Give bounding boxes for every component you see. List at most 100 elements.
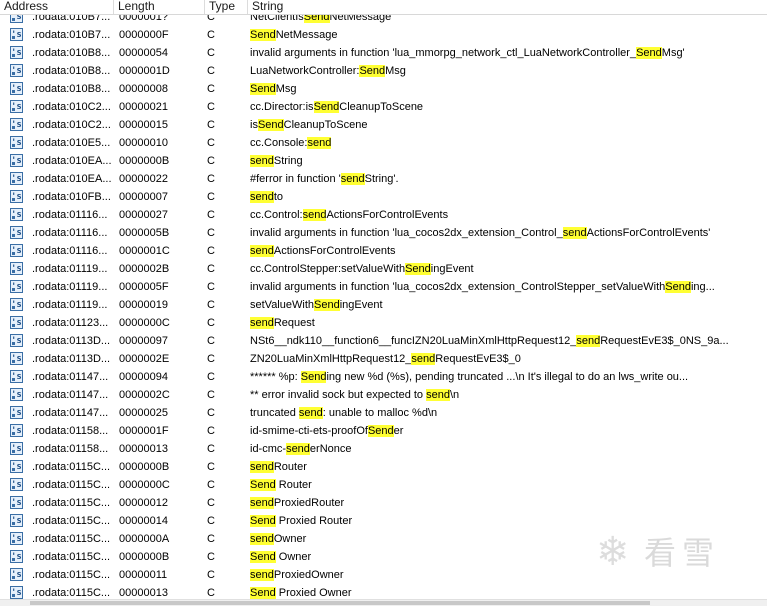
string-text: truncated: [250, 407, 299, 419]
table-row[interactable]: .rodata:01147... 00000094 C ****** %p: Send…: [0, 368, 767, 386]
search-highlight: send: [562, 227, 587, 239]
type-cell: C: [207, 317, 215, 329]
table-row[interactable]: .rodata:01147... 0000002C C ** error invali…: [0, 386, 767, 404]
string-literal-icon: [10, 262, 23, 275]
string-cell: cc.ControlStepper:setValueWithSendingEve…: [250, 260, 760, 278]
string-literal-icon: [10, 352, 23, 365]
address-cell: .rodata:0115C...: [32, 479, 111, 491]
table-row[interactable]: .rodata:0115C... 0000000C C Send Router: [0, 476, 767, 494]
string-cell: SendNetMessage: [250, 26, 760, 44]
length-cell: 00000012: [119, 497, 168, 509]
table-row[interactable]: .rodata:01147... 00000025 Ctruncated send:…: [0, 404, 767, 422]
string-literal-icon: [10, 550, 23, 563]
string-literal-icon: [10, 460, 23, 473]
table-row[interactable]: .rodata:01123... 0000000C CsendRequest: [0, 314, 767, 332]
table-row[interactable]: .rodata:01119... 0000002B Ccc.ControlStepp…: [0, 260, 767, 278]
table-row[interactable]: .rodata:010B8... 0000001D C LuaNetworkContr…: [0, 62, 767, 80]
column-header-address[interactable]: Address: [0, 0, 114, 14]
search-highlight: send: [307, 137, 332, 149]
address-cell: .rodata:01147...: [32, 407, 109, 419]
string-literal-icon: [10, 532, 23, 545]
address-cell: .rodata:010C2...: [32, 101, 111, 113]
type-cell: C: [207, 335, 215, 347]
string-text: #ferror in function ': [250, 173, 341, 185]
address-cell: .rodata:0113D...: [32, 335, 111, 347]
string-literal-icon: [10, 172, 23, 185]
length-cell: 0000001C: [119, 245, 170, 257]
string-text: RequestEvE3$_0NS_9a...: [600, 335, 729, 347]
table-row[interactable]: .rodata:01158... 00000013 Cid-cmc-senderNo…: [0, 440, 767, 458]
search-highlight: send: [250, 569, 274, 581]
table-row[interactable]: .rodata:010B8... 00000008 C SendMsg: [0, 80, 767, 98]
string-type-icon: [10, 370, 24, 383]
table-row[interactable]: .rodata:01116... 0000005B Cinvalid argumen…: [0, 224, 767, 242]
column-header-type[interactable]: Type: [205, 0, 248, 14]
string-type-icon: [10, 496, 24, 509]
string-cell: setValueWithSendingEvent: [250, 296, 760, 314]
length-cell: 00000025: [119, 407, 168, 419]
search-highlight: send: [250, 245, 274, 257]
search-highlight: send: [340, 173, 365, 185]
length-cell: 0000002E: [119, 353, 170, 365]
address-cell: .rodata:0115C...: [32, 551, 111, 563]
table-row[interactable]: .rodata:010B7... 0000000F C SendNetMessage: [0, 26, 767, 44]
length-cell: 0000001F: [119, 425, 169, 437]
type-cell: C: [207, 191, 215, 203]
table-row[interactable]: .rodata:01119... 0000005F Cinvalid argumen…: [0, 278, 767, 296]
string-text: Msg': [661, 47, 685, 59]
table-row[interactable]: .rodata:010EA... 00000022 C #ferror in func…: [0, 170, 767, 188]
string-cell: NSt6__ndk110__function6__funcIZN20LuaMin…: [250, 332, 760, 350]
length-cell: 0000000B: [119, 461, 170, 473]
column-header-length[interactable]: Length: [114, 0, 205, 14]
string-text: ingEvent: [339, 299, 383, 311]
string-text: Msg: [385, 65, 406, 77]
table-row[interactable]: .rodata:01119... 00000019 CsetValueWithSen…: [0, 296, 767, 314]
type-cell: C: [207, 119, 215, 131]
address-cell: .rodata:01116...: [32, 209, 108, 221]
table-row[interactable]: .rodata:010E5... 00000010 Ccc.Console:send: [0, 134, 767, 152]
length-cell: 0000000F: [119, 29, 169, 41]
length-cell: 0000005F: [119, 281, 169, 293]
table-row[interactable]: .rodata:0115C... 00000012 CsendProxiedRout…: [0, 494, 767, 512]
column-header-string[interactable]: String: [248, 0, 767, 14]
table-row[interactable]: .rodata:010FB... 00000007 Csendto: [0, 188, 767, 206]
search-highlight: Send: [250, 515, 276, 527]
address-cell: .rodata:01147...: [32, 389, 109, 401]
search-highlight: send: [250, 191, 274, 203]
string-text: String'.: [364, 173, 399, 185]
string-literal-icon: [10, 154, 23, 167]
string-text: setValueWith: [250, 299, 314, 311]
string-literal-icon: [10, 478, 23, 491]
column-header-bar: Address Length Type String: [0, 0, 767, 15]
table-row[interactable]: .rodata:0115C... 0000000B CsendRouter: [0, 458, 767, 476]
string-cell: cc.Control:sendActionsForControlEvents: [250, 206, 760, 224]
address-cell: .rodata:010FB...: [32, 191, 111, 203]
string-literal-icon: [10, 586, 23, 599]
table-row[interactable]: .rodata:0113D... 0000002E C ZN20LuaMinXmlHt…: [0, 350, 767, 368]
address-cell: .rodata:010B8...: [32, 65, 111, 77]
string-literal-icon: [10, 226, 23, 239]
table-row[interactable]: .rodata:01116... 00000027 Ccc.Control:send…: [0, 206, 767, 224]
table-row[interactable]: .rodata:010B8... 00000054 Cinvalid argumen…: [0, 44, 767, 62]
table-row[interactable]: .rodata:0113D... 00000097 C NSt6__ndk110__f…: [0, 332, 767, 350]
string-cell: id-smime-cti-ets-proofOfSender: [250, 422, 760, 440]
string-text: ActionsForControlEvents: [326, 209, 449, 221]
string-literal-icon: [10, 208, 23, 221]
string-type-icon: [10, 550, 24, 563]
length-cell: 00000010: [119, 137, 168, 149]
string-cell: sendRouter: [250, 458, 760, 476]
table-row[interactable]: .rodata:010C2... 00000015 CisSendCleanupTo…: [0, 116, 767, 134]
string-cell: ****** %p: Sending new %d (%s), pending …: [250, 368, 760, 386]
length-cell: 00000015: [119, 119, 168, 131]
string-text: invalid arguments in function 'lua_cocos…: [250, 227, 563, 239]
table-row[interactable]: .rodata:010EA... 0000000B CsendString: [0, 152, 767, 170]
table-row[interactable]: .rodata:010C2... 00000021 Ccc.Director:isS…: [0, 98, 767, 116]
table-row[interactable]: .rodata:01116... 0000001C CsendActionsForC…: [0, 242, 767, 260]
string-type-icon: [10, 424, 24, 437]
type-cell: C: [207, 497, 215, 509]
table-row[interactable]: .rodata:01158... 0000001F Cid-smime-cti-et…: [0, 422, 767, 440]
string-text: invalid arguments in function 'lua_mmorp…: [250, 47, 637, 59]
string-cell: isSendCleanupToScene: [250, 116, 760, 134]
type-cell: C: [207, 101, 215, 113]
scrollbar-thumb[interactable]: [30, 601, 650, 605]
